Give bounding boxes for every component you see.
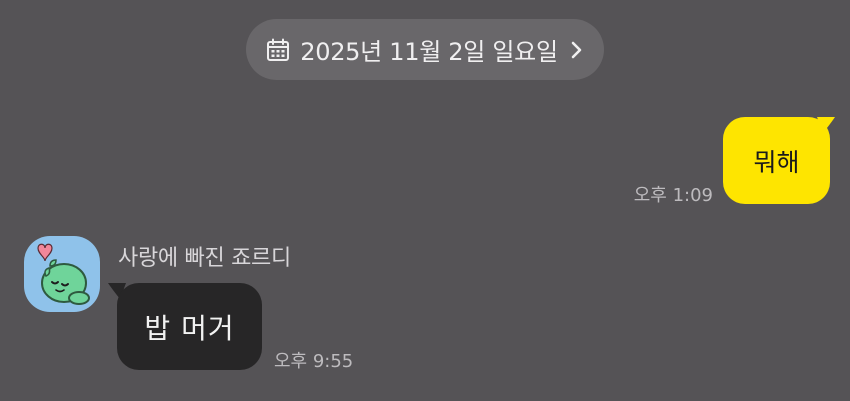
message-timestamp: 오후 1:09: [633, 185, 713, 206]
message-timestamp: 오후 9:55: [274, 351, 354, 372]
avatar[interactable]: [24, 236, 100, 312]
profile-image: [37, 243, 90, 305]
message-text: 밥 머거: [144, 311, 235, 345]
message-text: 뭐해: [753, 147, 800, 177]
date-divider-button[interactable]: 2025년 11월 2일 일요일: [246, 19, 604, 80]
incoming-message-bubble[interactable]: 밥 머거: [117, 283, 262, 370]
outgoing-message-bubble[interactable]: 뭐해: [723, 117, 830, 204]
calendar-icon: [266, 38, 290, 62]
date-label: 2025년 11월 2일 일요일: [300, 38, 558, 66]
sender-name: 사랑에 빠진 죠르디: [118, 246, 291, 271]
chevron-right-icon: [570, 40, 584, 60]
